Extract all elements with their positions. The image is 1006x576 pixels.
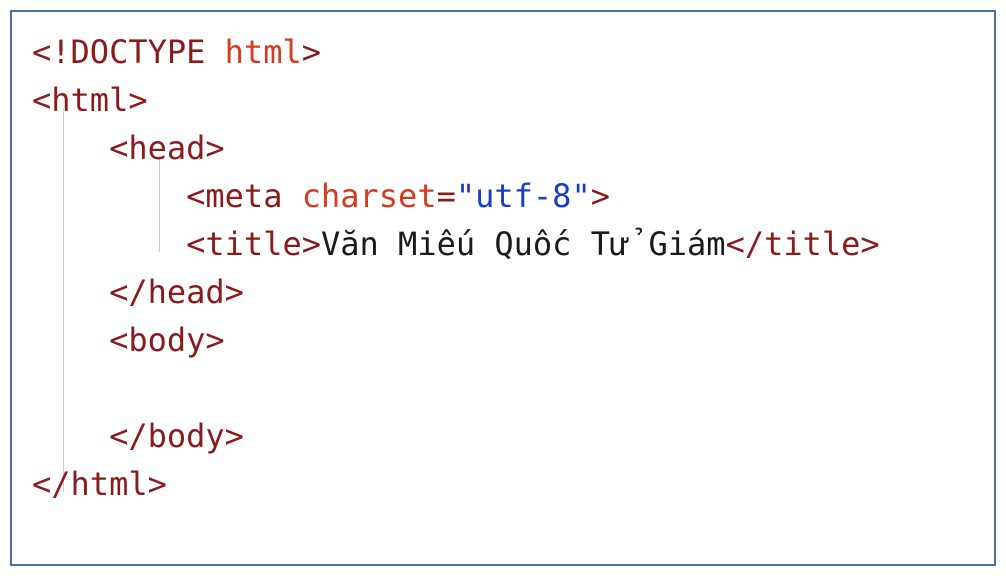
punct: </ [726,225,765,263]
punct: > [225,273,244,311]
space [282,177,301,215]
indent [32,417,109,455]
punct: </ [109,417,148,455]
code-line-5: <title>Văn Miếu Quốc Tử Giám</title> [32,220,974,268]
indent [32,177,186,215]
space [205,33,224,71]
punct: > [148,465,167,503]
punct: > [591,177,610,215]
doctype: DOCTYPE [71,33,206,71]
tag-title-close: title [764,225,860,263]
punct: < [109,129,128,167]
tag-meta: meta [205,177,282,215]
punct: > [302,33,321,71]
indent [32,225,186,263]
code-line-10: </html> [32,460,974,508]
code-editor[interactable]: <!DOCTYPE html> <html> <head> <meta char… [10,10,996,566]
tag-html-close: html [71,465,148,503]
tag-body-close: body [148,417,225,455]
indent [32,321,109,359]
punct: > [860,225,879,263]
tag-html: html [51,81,128,119]
punct: < [186,225,205,263]
punct: > [225,417,244,455]
attr-value-utf8: "utf-8" [456,177,591,215]
tag-body: body [128,321,205,359]
attr-charset: charset [302,177,437,215]
blank [32,369,51,407]
code-line-1: <!DOCTYPE html> [32,28,974,76]
punct: </ [109,273,148,311]
punct: </ [32,465,71,503]
equals: = [437,177,456,215]
code-line-4: <meta charset="utf-8"> [32,172,974,220]
punct: < [32,81,51,119]
punct: > [205,129,224,167]
punct: <! [32,33,71,71]
tag-title: title [205,225,301,263]
indent [32,129,109,167]
code-line-6: </head> [32,268,974,316]
code-line-8-blank [32,364,974,412]
code-line-3: <head> [32,124,974,172]
tag-head: head [128,129,205,167]
punct: > [128,81,147,119]
code-line-7: <body> [32,316,974,364]
code-line-2: <html> [32,76,974,124]
punct: < [186,177,205,215]
punct: > [205,321,224,359]
tag-head-close: head [148,273,225,311]
doctype-html: html [225,33,302,71]
title-text: Văn Miếu Quốc Tử Giám [321,225,726,263]
punct: < [109,321,128,359]
code-line-9: </body> [32,412,974,460]
indent [32,273,109,311]
punct: > [302,225,321,263]
